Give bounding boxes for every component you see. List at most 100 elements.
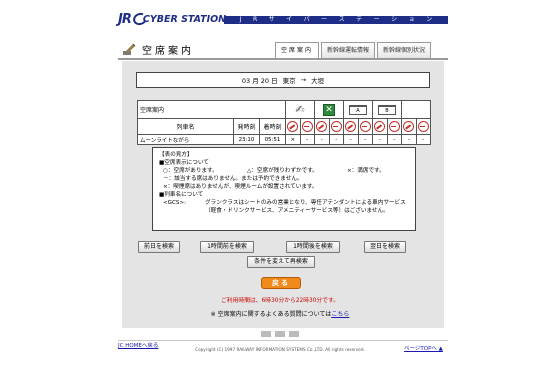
search-prev-day-button[interactable]: 前日を検索 bbox=[138, 241, 180, 253]
logo-jr: JR bbox=[118, 11, 132, 27]
no-smoking-icon bbox=[345, 121, 357, 132]
seat-info-label: 空席案内 bbox=[137, 100, 286, 119]
smoking-icon bbox=[359, 121, 371, 132]
legend-smoking-room: ×：喫煙席はありませんが、喫煙ルームが設置されています。 bbox=[163, 184, 318, 190]
route-arrow: → bbox=[300, 76, 307, 84]
legend-seat-heading: ■空席表示について bbox=[159, 160, 209, 166]
depart-cell: 23:10 bbox=[233, 134, 260, 145]
search-next-day-button[interactable]: 翌日を検索 bbox=[364, 241, 406, 253]
banner-char: シ bbox=[391, 16, 398, 23]
search-prev-hour-button[interactable]: 1時間前を検索 bbox=[200, 241, 254, 253]
hand-icon: ✍ bbox=[295, 103, 305, 116]
copyright: Copyright (C) 1997 RAILWAY INFORMATION S… bbox=[195, 347, 365, 352]
faq-note: ※ 空席案内に関するよくある質問についてはこちら bbox=[0, 309, 560, 318]
banner-char: J bbox=[239, 16, 242, 23]
class-header-empty bbox=[401, 100, 431, 119]
smoking-cell bbox=[328, 118, 344, 135]
seat-availability-table: 空席案内 ✍ ✕ A B 列車名 発時刻 着時刻 ムーンライトながら 23:10… bbox=[137, 100, 431, 145]
footer-logo bbox=[240, 329, 320, 339]
legend-heading: 【表の見方】 bbox=[159, 152, 193, 158]
smoking-cell bbox=[415, 118, 431, 135]
legend-dash: －：該当する席はありません。または予約できません。 bbox=[163, 176, 303, 182]
legend-symbol-few: △：空席が残りわずかです。 bbox=[247, 168, 318, 174]
class-header-reserved-b: B bbox=[372, 100, 402, 119]
footer-logo-mark-icon bbox=[289, 331, 299, 337]
seat-mark-cell: - bbox=[386, 134, 402, 145]
jr-cyber-station-logo[interactable]: JR CYBER STATION bbox=[118, 10, 226, 28]
footer-logo-mark-icon bbox=[261, 331, 271, 337]
footer-logo-mark-icon bbox=[275, 331, 285, 337]
route-to: 大垣 bbox=[311, 77, 325, 85]
legend-gcs: <GCS>: グランクラスはシートのみの営業となり、専任アテンダントによる車内サ… bbox=[159, 199, 409, 215]
seat-mark-cell: - bbox=[299, 134, 315, 145]
legend-symbol-available: ○：空席があります。 bbox=[163, 168, 218, 174]
legend-gcs-key: <GCS>: bbox=[163, 200, 187, 206]
seat-mark-cell: - bbox=[372, 134, 388, 145]
smoking-cell bbox=[372, 118, 388, 135]
seat-mark-cell: - bbox=[328, 134, 344, 145]
class-header-hand: ✍ bbox=[285, 100, 315, 119]
smoking-cell bbox=[285, 118, 301, 135]
col-arrive: 着時刻 bbox=[259, 118, 286, 135]
smoking-icon bbox=[301, 121, 313, 132]
tab-shinkansen-operation[interactable]: 新幹線運転情報 bbox=[321, 42, 376, 58]
faq-link[interactable]: こちら bbox=[331, 311, 349, 318]
banner-char: ス bbox=[338, 16, 345, 23]
banner-char: バ bbox=[303, 16, 310, 23]
logo-text: CYBER STATION bbox=[142, 13, 227, 25]
route-from: 東京 bbox=[282, 77, 296, 85]
smoking-cell bbox=[357, 118, 373, 135]
class-header-reserved-a: A bbox=[343, 100, 373, 119]
legend-train-heading: ■列車名について bbox=[159, 192, 204, 198]
seat-mark-cell: - bbox=[314, 134, 330, 145]
seat-mark-cell: - bbox=[343, 134, 359, 145]
banner-char: テ bbox=[356, 16, 363, 23]
smoking-cell bbox=[401, 118, 417, 135]
smoking-icon bbox=[330, 121, 342, 132]
smoking-cell bbox=[314, 118, 330, 135]
banner-char: ョ bbox=[408, 16, 415, 23]
tab-seat-info[interactable]: 空席案内 bbox=[275, 42, 320, 58]
seat-mark-cell: - bbox=[415, 134, 431, 145]
no-smoking-icon bbox=[316, 121, 328, 132]
banner-char: サ bbox=[268, 16, 275, 23]
banner-char: ー bbox=[321, 16, 328, 23]
train-name-cell[interactable]: ムーンライトながら bbox=[137, 134, 234, 145]
legend-box: 【表の見方】 ■空席表示について ○：空席があります。 △：空席が残りわずかです… bbox=[152, 147, 416, 231]
service-hours: ご利用時間は、6時30分から22時30分です。 bbox=[221, 298, 339, 304]
title-area: 空席案内 空席案内 新幹線運転情報 新幹線個別状況 bbox=[118, 40, 448, 60]
arrive-cell: 05:51 bbox=[259, 134, 286, 145]
site-header: JR CYBER STATION JRサイバーステーション bbox=[118, 10, 448, 28]
faq-prefix: ※ 空席案内に関するよくある質問については bbox=[210, 311, 332, 318]
no-smoking-icon bbox=[403, 121, 415, 132]
legend-symbol-full: ×：満席です。 bbox=[347, 168, 385, 174]
no-smoking-icon bbox=[374, 121, 386, 132]
banner-char: R bbox=[253, 16, 258, 23]
back-button[interactable]: 戻る bbox=[261, 277, 301, 289]
footer-divider bbox=[118, 340, 448, 341]
title-divider bbox=[118, 58, 448, 60]
tab-bar: 空席案内 新幹線運転情報 新幹線個別状況 bbox=[273, 42, 432, 58]
class-header-green: ✕ bbox=[314, 100, 344, 119]
no-smoking-icon bbox=[287, 121, 299, 132]
route-date: 03 月 20 日 bbox=[241, 77, 278, 85]
col-train-name: 列車名 bbox=[137, 118, 234, 135]
banner-char: ー bbox=[373, 16, 380, 23]
change-conditions-button[interactable]: 条件を変えて再検索 bbox=[247, 256, 315, 268]
seat-mark-cell: - bbox=[401, 134, 417, 145]
seat-mark-cell: × bbox=[285, 134, 301, 145]
search-next-hour-button[interactable]: 1時間後を検索 bbox=[286, 241, 340, 253]
banner-char: ン bbox=[426, 16, 433, 23]
table-row[interactable]: ムーンライトながら 23:10 05:51 × - - - - - - - - … bbox=[137, 134, 431, 145]
smoking-cell bbox=[343, 118, 359, 135]
green-car-icon: ✕ bbox=[323, 103, 335, 116]
banner-char: イ bbox=[286, 16, 293, 23]
tab-shinkansen-status[interactable]: 新幹線個別状況 bbox=[377, 42, 432, 58]
smoking-cell bbox=[386, 118, 402, 135]
legend-symbols: ○：空席があります。 △：空席が残りわずかです。 ×：満席です。 bbox=[159, 167, 409, 175]
smoking-icon bbox=[388, 121, 400, 132]
smoking-icon bbox=[417, 121, 429, 132]
route-summary: 03 月 20 日 東京 → 大垣 bbox=[136, 72, 430, 88]
reserved-b-icon: B bbox=[378, 104, 396, 115]
smoking-cell bbox=[299, 118, 315, 135]
